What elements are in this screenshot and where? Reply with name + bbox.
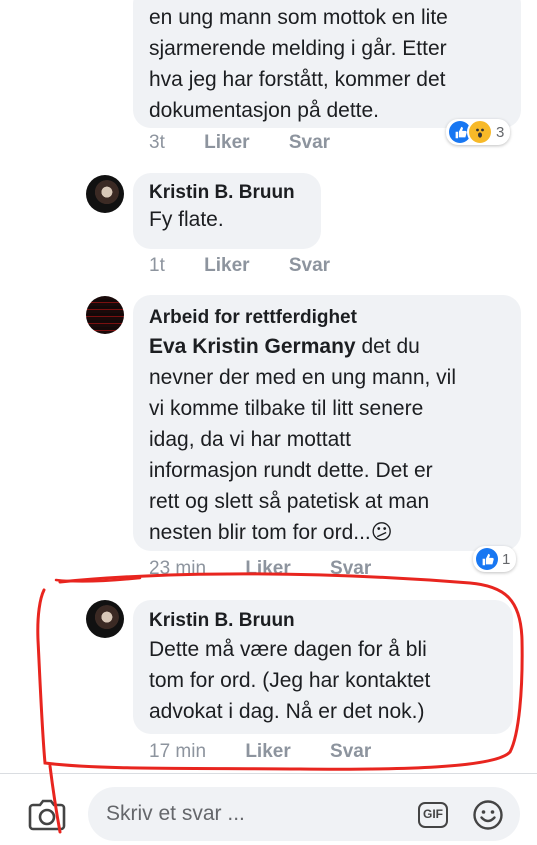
comment-line: nevner der med en ung mann, vil — [149, 366, 457, 389]
composer-divider — [0, 773, 537, 774]
comment-line: sjarmerende melding i går. Etter — [149, 37, 447, 60]
comment-meta: 3t Liker Svar — [149, 132, 364, 154]
comment-line: det du — [361, 335, 420, 358]
reaction-summary[interactable]: 3 — [446, 119, 511, 145]
comment-text: en ung mann som mottok en lite sjarmeren… — [149, 2, 505, 126]
comment-text: Fy flate. — [149, 208, 224, 231]
comment-meta: 23 min Liker Svar — [149, 558, 405, 580]
comment-bubble: Arbeid for rettferdighet Eva Kristin Ger… — [133, 295, 521, 551]
like-button[interactable]: Liker — [204, 255, 249, 276]
wow-reaction-icon — [467, 119, 493, 145]
comment-time[interactable]: 3t — [149, 132, 165, 153]
reaction-count: 3 — [496, 123, 505, 141]
comment-meta: 1t Liker Svar — [149, 255, 364, 277]
comment-author[interactable]: Kristin B. Bruun — [149, 610, 497, 632]
comment-line: tom for ord. (Jeg har kontaktet — [149, 669, 431, 692]
reply-button[interactable]: Svar — [289, 255, 330, 276]
reply-button[interactable]: Svar — [330, 741, 371, 762]
reply-button[interactable]: Svar — [289, 132, 330, 153]
like-button[interactable]: Liker — [245, 558, 290, 579]
reply-button[interactable]: Svar — [330, 558, 371, 579]
comment-line: informasjon rundt dette. Det er — [149, 459, 433, 482]
comment-bubble: Kristin B. Bruun Dette må være dagen for… — [133, 600, 513, 734]
emoji-icon[interactable] — [472, 799, 504, 831]
comment-time[interactable]: 1t — [149, 255, 165, 276]
gif-label: GIF — [423, 807, 443, 821]
comment-line: hva jeg har forstått, kommer det — [149, 68, 446, 91]
avatar[interactable] — [86, 296, 124, 334]
comment-bubble: en ung mann som mottok en lite sjarmeren… — [133, 0, 521, 128]
comment-author[interactable]: Kristin B. Bruun — [149, 182, 305, 204]
avatar[interactable] — [86, 175, 124, 213]
comment-line: vi komme tilbake til litt senere — [149, 397, 424, 420]
comment-text: Dette må være dagen for å bli tom for or… — [149, 634, 497, 727]
comment-line: advokat i dag. Nå er det nok.) — [149, 700, 425, 723]
camera-icon[interactable] — [27, 797, 67, 833]
reaction-count: 1 — [502, 550, 511, 568]
comment-line: Dette må være dagen for å bli — [149, 638, 427, 661]
comment-line: en ung mann som mottok en lite — [149, 6, 448, 29]
comment-author[interactable]: Arbeid for rettferdighet — [149, 307, 505, 329]
comment-time[interactable]: 17 min — [149, 741, 206, 762]
reply-input[interactable]: Skriv et svar ... — [88, 787, 520, 841]
reply-placeholder: Skriv et svar ... — [106, 802, 245, 825]
confused-emoji-icon: 😕 — [370, 521, 393, 544]
comment-time[interactable]: 23 min — [149, 558, 206, 579]
comment-line: rett og slett så patetisk at man — [149, 490, 430, 513]
comment-line: idag, da vi har mottatt — [149, 428, 351, 451]
comment-line: nesten blir tom for ord... — [149, 521, 371, 544]
mention-link[interactable]: Eva Kristin Germany — [149, 335, 356, 358]
gif-button[interactable]: GIF — [418, 802, 448, 828]
reaction-summary[interactable]: 1 — [473, 546, 517, 572]
comment-text: Eva Kristin Germany det du nevner der me… — [149, 331, 505, 548]
avatar[interactable] — [86, 600, 124, 638]
comment-bubble: Kristin B. Bruun Fy flate. — [133, 173, 321, 249]
like-reaction-icon — [476, 548, 498, 570]
like-button[interactable]: Liker — [245, 741, 290, 762]
comment-meta: 17 min Liker Svar — [149, 741, 405, 763]
like-button[interactable]: Liker — [204, 132, 249, 153]
